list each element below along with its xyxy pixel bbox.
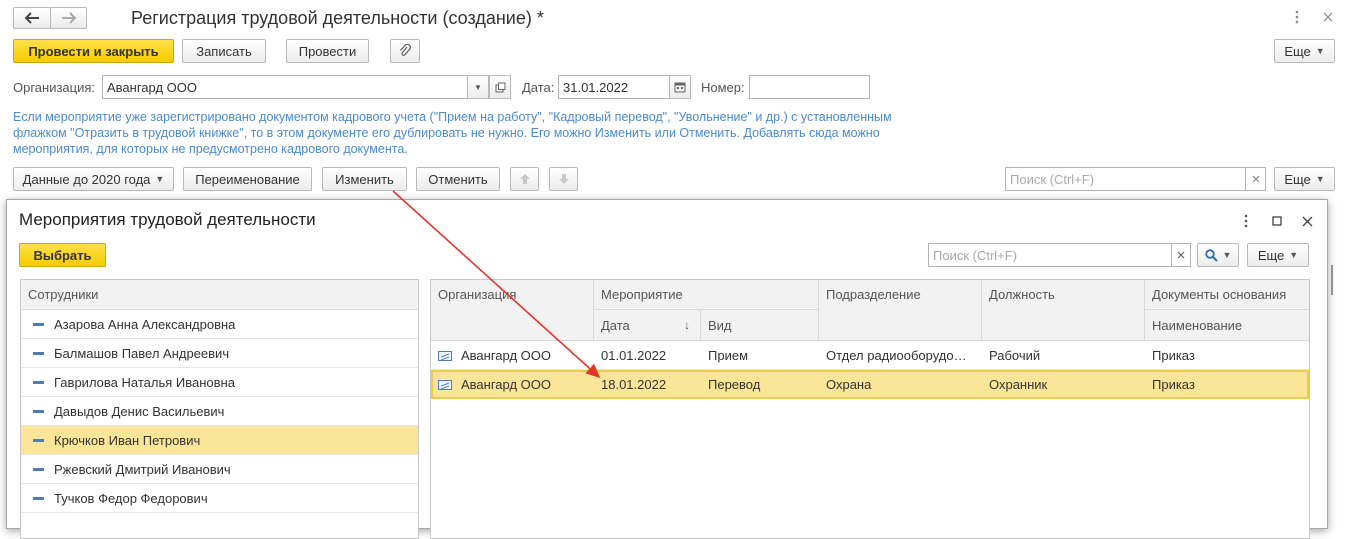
annotation-arrow — [392, 190, 601, 379]
